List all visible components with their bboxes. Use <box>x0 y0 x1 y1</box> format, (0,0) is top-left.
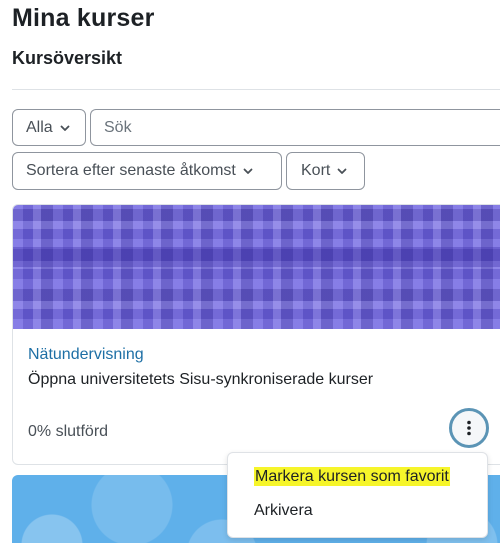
menu-item-archive-label: Arkivera <box>254 502 313 519</box>
menu-item-archive[interactable]: Arkivera <box>254 502 313 520</box>
page: Mina kurser Kursöversikt Alla Sök Sorter… <box>0 0 500 543</box>
chevron-down-icon <box>337 168 347 174</box>
view-dropdown-label: Kort <box>301 162 331 179</box>
menu-item-favourite-label: Markera kursen som favorit <box>254 467 450 486</box>
page-title: Mina kurser <box>12 4 155 32</box>
course-name-link[interactable]: Öppna universitetets Sisu-synkroniserade… <box>28 371 373 389</box>
divider <box>12 89 500 90</box>
course-progress: 0% slutförd <box>28 423 109 440</box>
course-actions-menu: Markera kursen som favorit Arkivera <box>227 452 488 538</box>
section-title: Kursöversikt <box>12 48 123 68</box>
grouping-dropdown[interactable]: Alla <box>12 109 86 146</box>
course-card: Nätundervisning Öppna universitetets Sis… <box>12 204 500 465</box>
course-actions-button[interactable] <box>449 408 489 448</box>
chevron-down-icon <box>243 168 253 174</box>
grouping-dropdown-label: Alla <box>26 118 53 136</box>
sort-dropdown-label: Sortera efter senaste åtkomst <box>26 162 236 179</box>
menu-item-favourite[interactable]: Markera kursen som favorit <box>254 467 450 486</box>
course-category: Nätundervisning <box>28 346 144 363</box>
search-input[interactable]: Sök <box>90 109 500 146</box>
chevron-down-icon <box>60 125 70 131</box>
search-placeholder: Sök <box>104 118 132 136</box>
course-image[interactable] <box>13 205 500 329</box>
sort-dropdown[interactable]: Sortera efter senaste åtkomst <box>12 152 282 190</box>
more-vertical-icon <box>467 420 471 436</box>
view-dropdown[interactable]: Kort <box>286 152 365 190</box>
